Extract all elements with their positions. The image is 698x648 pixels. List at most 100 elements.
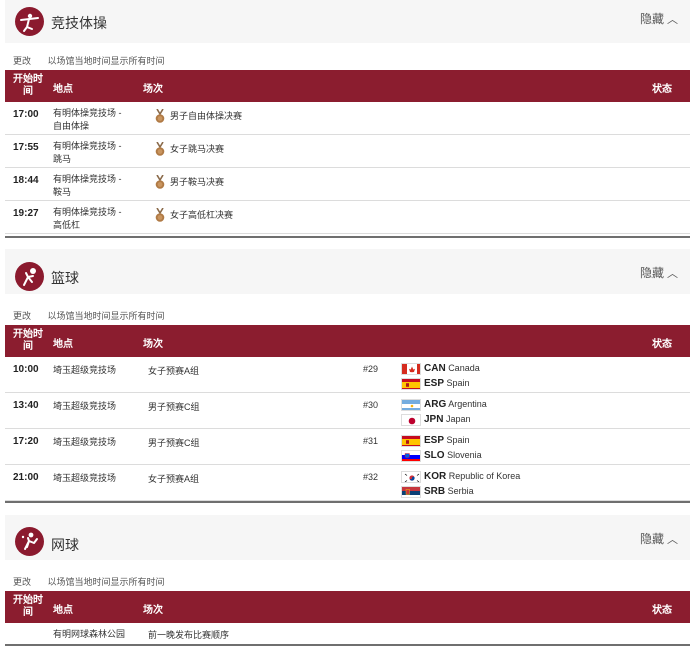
table-header: 开始时间 地点 场次 状态 bbox=[5, 591, 690, 623]
event-name[interactable]: 男子预赛C组 bbox=[148, 400, 200, 413]
event-name[interactable]: 女子预赛A组 bbox=[148, 364, 199, 377]
col-event-header: 场次 bbox=[143, 605, 163, 616]
sport-title: 竞技体操 bbox=[51, 15, 107, 31]
venue: 埼玉超级竞技场 bbox=[53, 473, 117, 483]
start-time: 17:55 bbox=[13, 142, 39, 153]
col-event-header: 场次 bbox=[143, 84, 163, 95]
hide-toggle-button[interactable]: 隐藏 ︿ bbox=[640, 530, 678, 547]
change-timezone-link[interactable]: 更改 bbox=[13, 577, 31, 587]
change-timezone-link[interactable]: 更改 bbox=[13, 311, 31, 321]
sport-title: 网球 bbox=[51, 537, 79, 553]
table-header: 开始时间 地点 场次 状态 bbox=[5, 325, 690, 357]
timezone-line: 更改 以场馆当地时间显示所有时间 bbox=[5, 307, 690, 325]
timezone-line: 更改 以场馆当地时间显示所有时间 bbox=[5, 573, 690, 591]
timezone-note: 以场馆当地时间显示所有时间 bbox=[47, 311, 165, 321]
start-time: 17:00 bbox=[13, 109, 39, 120]
col-venue-header: 地点 bbox=[53, 84, 73, 95]
medal-icon bbox=[155, 175, 165, 189]
timezone-note: 以场馆当地时间显示所有时间 bbox=[47, 577, 165, 587]
medal-icon bbox=[155, 208, 165, 222]
section-header: 网球 隐藏 ︿ bbox=[5, 515, 690, 560]
table-row[interactable]: 21:00 埼玉超级竞技场 女子预赛A组 #32 KOR Republic of… bbox=[5, 465, 690, 501]
basketball-icon bbox=[15, 262, 44, 291]
col-status-header: 状态 bbox=[652, 605, 672, 616]
table-row[interactable]: 10:00 埼玉超级竞技场 女子预赛A组 #29 CAN Canada ESP … bbox=[5, 357, 690, 393]
start-time: 17:20 bbox=[13, 436, 39, 447]
hide-toggle-button[interactable]: 隐藏 ︿ bbox=[640, 264, 678, 281]
event-name[interactable]: 女子跳马决赛 bbox=[170, 142, 224, 155]
event-name[interactable]: 男子自由体操决赛 bbox=[170, 109, 242, 122]
venue: 埼玉超级竞技场 bbox=[53, 365, 117, 375]
table-row[interactable]: 18:44 有明体操竞技场 - 鞍马 男子鞍马决赛 bbox=[5, 168, 690, 201]
section-basketball: 篮球 隐藏 ︿ 更改 以场馆当地时间显示所有时间 开始时间 地点 场次 状态 10… bbox=[5, 249, 690, 501]
table-row[interactable]: 19:27 有明体操竞技场 - 高低杠 女子高低杠决赛 bbox=[5, 201, 690, 234]
col-venue-header: 地点 bbox=[53, 339, 73, 350]
section-divider bbox=[5, 501, 690, 503]
venue: 有明体操竞技场 - 高低杠 bbox=[53, 207, 122, 230]
team-2: SLO Slovenia bbox=[401, 448, 482, 462]
change-timezone-link[interactable]: 更改 bbox=[13, 56, 31, 66]
flag-serbia-icon bbox=[401, 485, 421, 498]
col-status-header: 状态 bbox=[652, 84, 672, 95]
flag-japan-icon bbox=[401, 413, 421, 426]
venue: 有明体操竞技场 - 跳马 bbox=[53, 141, 122, 164]
table-row[interactable]: 有明网球森林公园 前一晚发布比赛顺序 bbox=[5, 623, 690, 646]
event-name[interactable]: 前一晚发布比赛顺序 bbox=[148, 628, 229, 641]
chevron-up-icon: ︿ bbox=[667, 268, 678, 280]
start-time: 13:40 bbox=[13, 400, 39, 411]
team-1: KOR Republic of Korea bbox=[401, 469, 520, 483]
team-2: SRB Serbia bbox=[401, 484, 474, 498]
table-row[interactable]: 13:40 埼玉超级竞技场 男子预赛C组 #30 ARG Argentina J… bbox=[5, 393, 690, 429]
game-number: #32 bbox=[363, 472, 379, 482]
venue: 有明体操竞技场 - 自由体操 bbox=[53, 108, 122, 131]
col-status-header: 状态 bbox=[652, 339, 672, 350]
team-1: ESP Spain bbox=[401, 433, 470, 447]
team-2: JPN Japan bbox=[401, 412, 471, 426]
medal-icon bbox=[155, 142, 165, 156]
flag-korea-icon bbox=[401, 470, 421, 483]
start-time: 19:27 bbox=[13, 208, 39, 219]
section-gymnastics: 竞技体操 隐藏 ︿ 更改 以场馆当地时间显示所有时间 开始时间 地点 场次 状态 … bbox=[5, 0, 690, 234]
table-row[interactable]: 17:00 有明体操竞技场 - 自由体操 男子自由体操决赛 bbox=[5, 102, 690, 135]
flag-spain-icon bbox=[401, 377, 421, 390]
event-name[interactable]: 男子预赛C组 bbox=[148, 436, 200, 449]
col-time-header: 开始时间 bbox=[13, 329, 43, 352]
venue: 有明体操竞技场 - 鞍马 bbox=[53, 174, 122, 197]
table-row[interactable]: 17:55 有明体操竞技场 - 跳马 女子跳马决赛 bbox=[5, 135, 690, 168]
sport-title: 篮球 bbox=[51, 270, 79, 286]
start-time: 10:00 bbox=[13, 364, 39, 375]
flag-canada-icon bbox=[401, 362, 421, 375]
event-name[interactable]: 女子预赛A组 bbox=[148, 472, 199, 485]
game-number: #31 bbox=[363, 436, 379, 446]
venue: 埼玉超级竞技场 bbox=[53, 437, 117, 447]
chevron-up-icon: ︿ bbox=[667, 14, 678, 26]
medal-icon bbox=[155, 109, 165, 123]
team-1: CAN Canada bbox=[401, 361, 480, 375]
col-time-header: 开始时间 bbox=[13, 595, 43, 618]
game-number: #29 bbox=[363, 364, 379, 374]
team-1: ARG Argentina bbox=[401, 397, 487, 411]
venue: 埼玉超级竞技场 bbox=[53, 401, 117, 411]
tennis-icon bbox=[15, 527, 44, 556]
game-number: #30 bbox=[363, 400, 379, 410]
event-name[interactable]: 男子鞍马决赛 bbox=[170, 175, 224, 188]
flag-slovenia-icon bbox=[401, 449, 421, 462]
table-row[interactable]: 17:20 埼玉超级竞技场 男子预赛C组 #31 ESP Spain SLO S… bbox=[5, 429, 690, 465]
section-header: 竞技体操 隐藏 ︿ bbox=[5, 0, 690, 43]
section-tennis: 网球 隐藏 ︿ 更改 以场馆当地时间显示所有时间 开始时间 地点 场次 状态 有明… bbox=[5, 515, 690, 646]
timezone-line: 更改 以场馆当地时间显示所有时间 bbox=[5, 52, 690, 70]
timezone-note: 以场馆当地时间显示所有时间 bbox=[47, 56, 165, 66]
team-2: ESP Spain bbox=[401, 376, 470, 390]
col-event-header: 场次 bbox=[143, 339, 163, 350]
start-time: 18:44 bbox=[13, 175, 39, 186]
start-time: 21:00 bbox=[13, 472, 39, 483]
chevron-up-icon: ︿ bbox=[667, 534, 678, 546]
table-header: 开始时间 地点 场次 状态 bbox=[5, 70, 690, 102]
col-venue-header: 地点 bbox=[53, 605, 73, 616]
section-header: 篮球 隐藏 ︿ bbox=[5, 249, 690, 294]
venue: 有明网球森林公园 bbox=[53, 629, 126, 639]
hide-toggle-button[interactable]: 隐藏 ︿ bbox=[640, 10, 678, 27]
flag-spain-icon bbox=[401, 434, 421, 447]
event-name[interactable]: 女子高低杠决赛 bbox=[170, 208, 233, 221]
flag-argentina-icon bbox=[401, 398, 421, 411]
